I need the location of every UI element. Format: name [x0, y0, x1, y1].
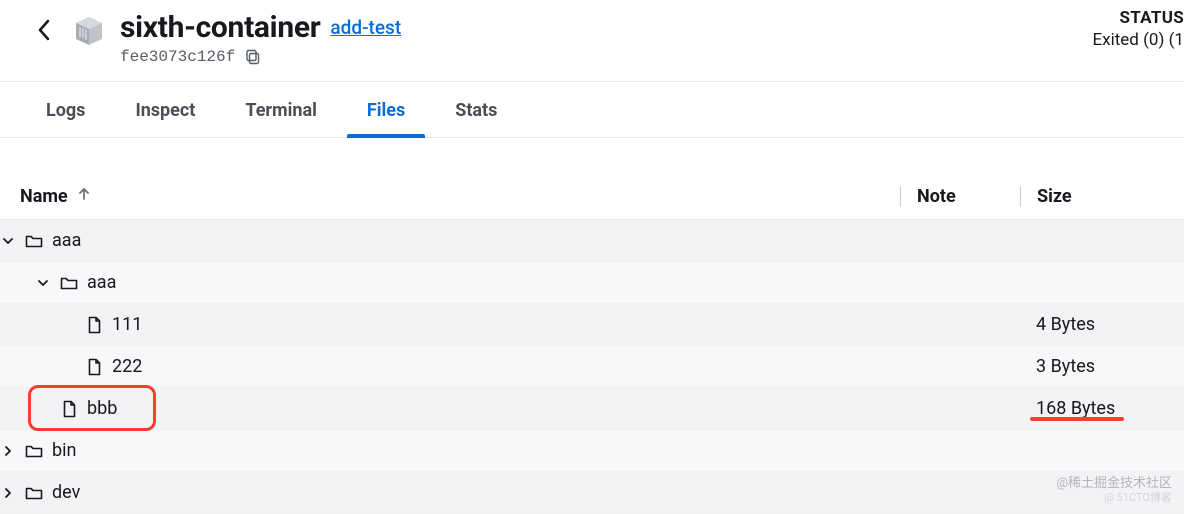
file-row-bbb[interactable]: bbb 168 Bytes	[0, 388, 1184, 430]
file-tree: aaaaaa 111 4 Bytes 222 3 Bytes bbb 168 Bytes bi…	[0, 220, 1184, 514]
folder-icon	[24, 231, 44, 251]
container-icon	[72, 14, 106, 48]
col-header-name[interactable]: Name	[20, 186, 900, 207]
file-row-aaa[interactable]: aaa	[0, 262, 1184, 304]
chevron-right-icon[interactable]	[0, 443, 16, 459]
watermark-secondary: @ 51CTO博客	[1104, 489, 1172, 505]
folder-icon	[24, 483, 44, 503]
chevron-left-icon	[37, 19, 51, 41]
file-label: 111	[112, 314, 142, 335]
tab-logs[interactable]: Logs	[46, 82, 85, 137]
file-size-cell: 4 Bytes	[1020, 314, 1164, 335]
file-label: aaa	[52, 230, 81, 251]
tab-inspect[interactable]: Inspect	[135, 82, 195, 137]
back-button[interactable]	[30, 16, 58, 44]
file-name-cell: bin	[0, 440, 880, 461]
file-row-bin[interactable]: bin	[0, 430, 1184, 472]
file-size-cell: 3 Bytes	[1020, 356, 1164, 377]
file-name-cell: dev	[0, 482, 880, 503]
chevron-down-icon[interactable]	[35, 275, 51, 291]
file-row-222[interactable]: 222 3 Bytes	[0, 346, 1184, 388]
sort-asc-icon	[76, 186, 92, 207]
title-block: sixth-container add-test fee3073c126f	[120, 10, 401, 67]
container-id: fee3073c126f	[120, 48, 235, 66]
chevron-down-icon[interactable]	[0, 233, 16, 249]
file-name-cell: aaa	[20, 272, 900, 293]
file-label: dev	[52, 482, 80, 503]
status-value: Exited (0) (1	[1093, 30, 1184, 50]
file-name-cell: aaa	[0, 230, 880, 251]
header-bar: sixth-container add-test fee3073c126f ST…	[0, 0, 1184, 82]
tab-files[interactable]: Files	[367, 82, 405, 137]
file-size-cell: 168 Bytes	[1020, 398, 1164, 419]
file-icon	[84, 315, 104, 335]
tab-terminal[interactable]: Terminal	[245, 82, 317, 137]
file-label: 222	[112, 356, 142, 377]
file-label: bin	[52, 440, 76, 461]
col-header-size[interactable]: Size	[1020, 186, 1164, 207]
file-icon	[84, 357, 104, 377]
file-row-aaa[interactable]: aaa	[0, 220, 1184, 262]
chevron-right-icon[interactable]	[0, 485, 16, 501]
copy-button[interactable]	[243, 47, 263, 67]
file-label: aaa	[87, 272, 116, 293]
status-block: STATUS Exited (0) (1	[1093, 8, 1184, 50]
title-link[interactable]: add-test	[330, 16, 401, 39]
folder-icon	[24, 441, 44, 461]
tab-stats[interactable]: Stats	[455, 82, 497, 137]
file-row-dev[interactable]: dev	[0, 472, 1184, 514]
tab-bar: Logs Inspect Terminal Files Stats	[0, 82, 1184, 138]
file-row-111[interactable]: 111 4 Bytes	[0, 304, 1184, 346]
table-header: Name Note Size	[0, 138, 1184, 220]
folder-icon	[59, 273, 79, 293]
page-title: sixth-container	[120, 10, 320, 45]
file-icon	[59, 399, 79, 419]
file-name-cell: 111	[20, 314, 900, 335]
copy-icon	[245, 49, 261, 65]
file-name-cell: bbb	[20, 398, 900, 419]
status-label: STATUS	[1093, 8, 1184, 28]
col-header-name-label: Name	[20, 186, 68, 207]
file-name-cell: 222	[20, 356, 900, 377]
col-header-note[interactable]: Note	[900, 186, 1020, 207]
file-label: bbb	[87, 398, 117, 419]
